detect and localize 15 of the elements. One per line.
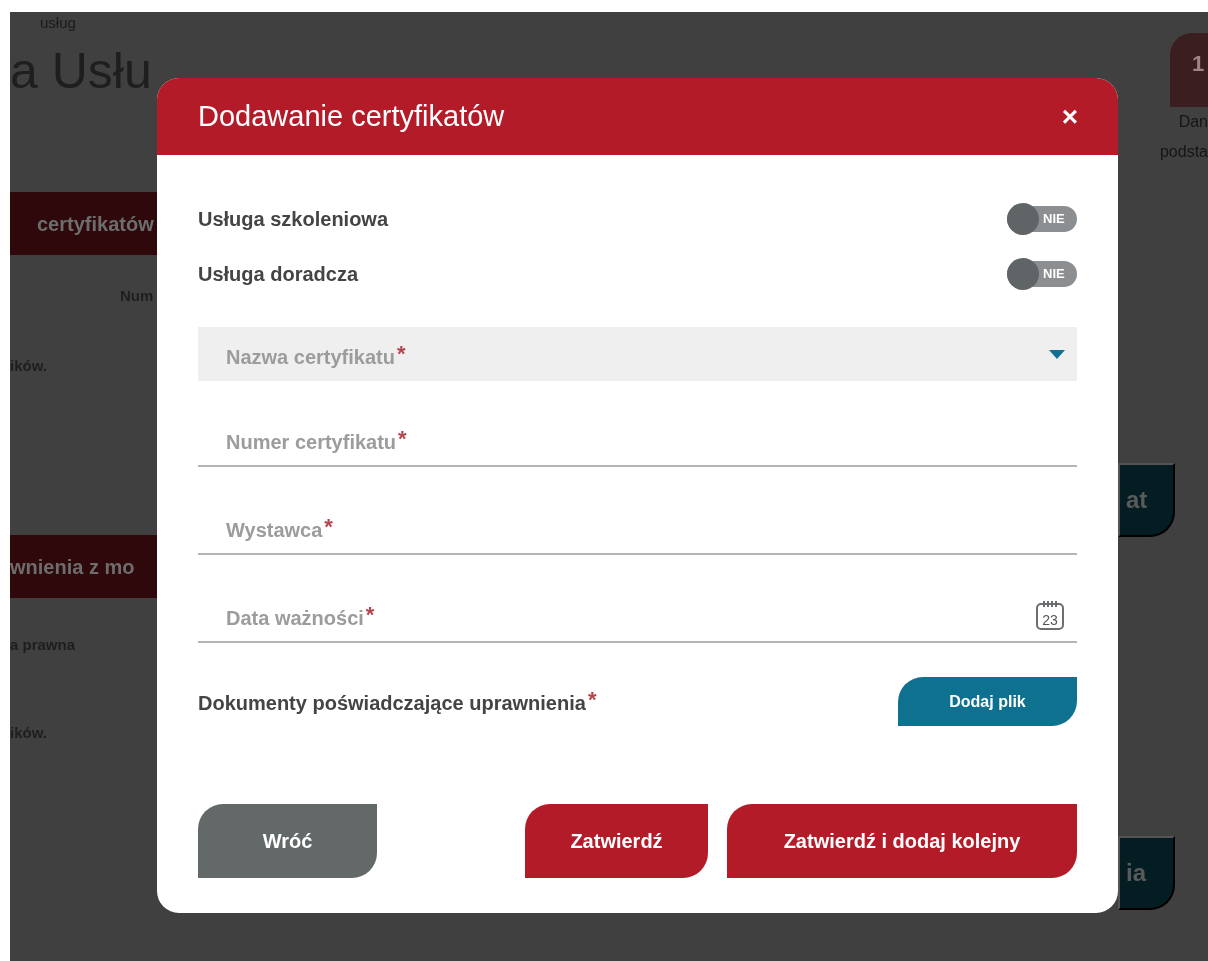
confirm-button[interactable]: Zatwierdź — [525, 804, 708, 878]
back-button[interactable]: Wróć — [198, 804, 377, 878]
confirm-button[interactable]: Zatwierdź i dodaj kolejny — [727, 804, 1077, 878]
section-header: wnienia z mo — [10, 535, 157, 598]
calendar-day-text: 23 — [1042, 612, 1058, 628]
add-file-button[interactable]: Dodaj plik — [898, 677, 1077, 726]
modal-title: Dodawanie certyfikatów — [198, 98, 505, 134]
toggle-switch[interactable]: NIE — [1007, 205, 1077, 232]
close-button[interactable]: × — [1061, 102, 1078, 131]
step-tab[interactable]: 1 — [1170, 33, 1208, 107]
toggle-label: Usługa doradcza — [198, 261, 359, 287]
toggle-switch[interactable]: NIE — [1007, 260, 1077, 287]
toggle-label: Usługa szkoleniowa — [198, 206, 389, 232]
dropdown-caret-icon — [1049, 349, 1065, 359]
section-header: certyfikatów — [10, 192, 157, 255]
